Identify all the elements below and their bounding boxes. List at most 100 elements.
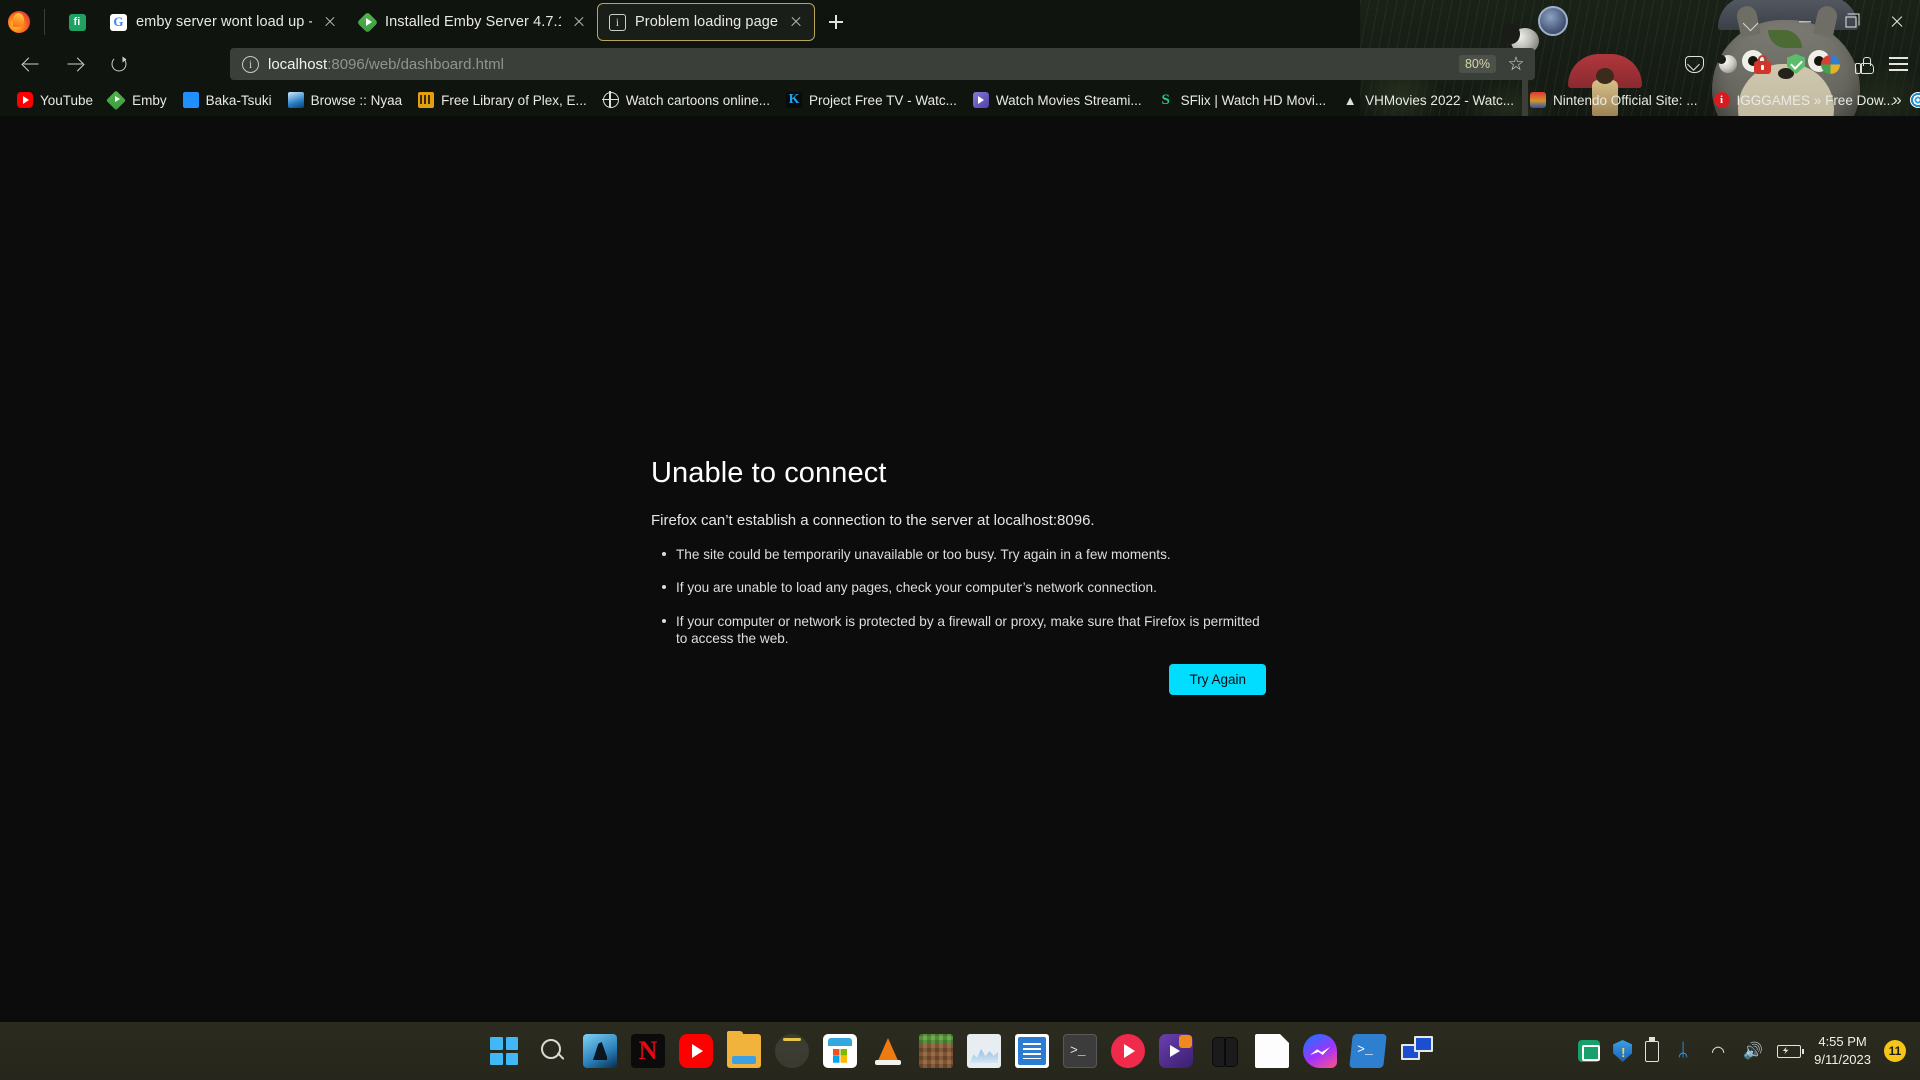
bookmark-nintendo[interactable]: Nintendo Official Site: ... — [1523, 88, 1705, 112]
google-favicon-icon: G — [110, 13, 127, 31]
bookmark-label: Free Library of Plex, E... — [441, 92, 587, 108]
error-suggestions: The site could be temporarily unavailabl… — [659, 546, 1291, 648]
firefox-icon[interactable] — [775, 1034, 809, 1068]
green-shield-check-icon[interactable] — [1780, 48, 1812, 80]
tab-close-button[interactable] — [787, 13, 805, 31]
tab-label: emby server wont load up - Goo — [136, 14, 312, 30]
error-page: Unable to connect Firefox can’t establis… — [651, 457, 1291, 695]
reload-button[interactable] — [100, 48, 138, 80]
forward-button[interactable] — [56, 48, 94, 80]
bookmark-label: Project Free TV - Watc... — [809, 92, 957, 108]
pocket-icon[interactable] — [1678, 48, 1710, 80]
bookmark-plex[interactable]: Free Library of Plex, E... — [411, 88, 594, 112]
idm-globe-icon[interactable] — [1814, 48, 1846, 80]
bookmark-star-icon[interactable]: ☆ — [1505, 53, 1527, 75]
back-button[interactable] — [12, 48, 50, 80]
taskbar-items — [487, 1022, 1433, 1080]
ublock-ball-icon[interactable] — [1712, 48, 1744, 80]
minecraft-icon[interactable] — [919, 1034, 953, 1068]
remote-desktop-icon[interactable] — [1578, 1040, 1601, 1062]
youtube-icon[interactable] — [679, 1034, 713, 1068]
close-button[interactable] — [1874, 0, 1920, 44]
powershell-icon[interactable] — [1349, 1034, 1387, 1068]
vhmovies-icon: ▲ — [1343, 92, 1357, 108]
terminal-icon[interactable] — [1063, 1034, 1097, 1068]
netflix-icon[interactable] — [631, 1034, 665, 1068]
thumbs-up-icon[interactable] — [1848, 48, 1880, 80]
clock[interactable]: 4:55 PM 9/11/2023 — [1814, 1033, 1871, 1068]
wifi-icon[interactable]: ◠ — [1707, 1040, 1729, 1062]
vlc-cone-icon[interactable] — [871, 1034, 905, 1068]
tab-strip: fi G emby server wont load up - Goo Inst… — [0, 0, 1920, 44]
youtube-icon — [17, 92, 33, 108]
new-tab-button[interactable] — [821, 7, 851, 37]
bookmark-label: VHMovies 2022 - Watc... — [1365, 92, 1514, 108]
chart-icon[interactable] — [967, 1034, 1001, 1068]
tab-label: Problem loading page — [635, 14, 779, 30]
search-icon[interactable] — [535, 1034, 569, 1068]
bookmark-label: YouTube — [40, 92, 94, 108]
zoom-level-badge[interactable]: 80% — [1458, 55, 1496, 73]
calibre-icon[interactable] — [583, 1034, 617, 1068]
bookmarks-overflow-icon[interactable]: » — [1882, 84, 1912, 116]
pinned-tab-fi[interactable]: fi — [55, 3, 99, 41]
chevron-down-icon[interactable] — [1736, 7, 1766, 37]
bookmark-emby[interactable]: Emby — [102, 88, 174, 112]
bookmark-baka-tsuki[interactable]: Baka-Tsuki — [176, 88, 279, 112]
bookmark-label: Nintendo Official Site: ... — [1552, 92, 1698, 108]
network-icon[interactable] — [1399, 1034, 1433, 1068]
store-icon[interactable] — [823, 1034, 857, 1068]
volume-icon[interactable]: 🔊 — [1742, 1040, 1764, 1062]
notification-badge[interactable]: 11 — [1884, 1040, 1906, 1062]
folder-icon[interactable] — [727, 1031, 761, 1068]
try-again-button[interactable]: Try Again — [1169, 663, 1266, 695]
bookmark-label: IGGGAMES » Free Dow... — [1736, 92, 1895, 108]
window-controls — [1736, 0, 1920, 44]
url-input[interactable]: localhost:8096/web/dashboard.html — [268, 56, 1450, 73]
baka-tsuki-icon — [182, 92, 199, 108]
list-item: If your computer or network is protected… — [659, 613, 1267, 648]
bookmark-watch-movies[interactable]: Watch Movies Streami... — [966, 88, 1149, 112]
usb-eject-icon[interactable] — [1645, 1036, 1660, 1062]
tabstrip-divider — [44, 9, 45, 35]
address-bar[interactable]: i localhost:8096/web/dashboard.html 80% … — [230, 48, 1535, 80]
info-favicon-icon: i — [609, 13, 626, 31]
bookmark-watch-cartoons[interactable]: Watch cartoons online... — [596, 88, 777, 112]
windows-security-warning-icon[interactable] — [1613, 1040, 1633, 1062]
play-circle-icon[interactable] — [1111, 1034, 1145, 1068]
play-icon — [972, 92, 989, 108]
bookmark-youtube[interactable]: YouTube — [10, 88, 100, 112]
tab-close-button[interactable] — [570, 13, 588, 31]
plex-icon — [418, 92, 435, 108]
potplayer-icon[interactable] — [1159, 1034, 1193, 1068]
maximize-button[interactable] — [1828, 0, 1874, 44]
list-item: If you are unable to load any pages, che… — [659, 579, 1267, 596]
tab-close-button[interactable] — [321, 13, 339, 31]
bluetooth-icon[interactable]: ᛦ — [1672, 1040, 1694, 1062]
clock-time: 4:55 PM — [1818, 1034, 1867, 1050]
bookmark-sflix[interactable]: S SFlix | Watch HD Movi... — [1151, 88, 1334, 112]
red-lock-icon[interactable] — [1746, 48, 1778, 80]
battery-charging-icon[interactable] — [1777, 1044, 1805, 1058]
app-menu-icon[interactable] — [1882, 48, 1914, 80]
error-actions: Try Again — [651, 663, 1266, 695]
bookmark-nyaa[interactable]: Browse :: Nyaa — [281, 88, 410, 112]
bookmark-vhmovies[interactable]: ▲ VHMovies 2022 - Watc... — [1335, 88, 1521, 112]
bookmark-label: Emby — [132, 92, 167, 108]
tab-google-search[interactable]: G emby server wont load up - Goo — [99, 3, 348, 41]
tab-label: Installed Emby Server 4.7.14.0, re — [385, 14, 561, 30]
messenger-icon[interactable] — [1303, 1034, 1337, 1068]
tab-problem-loading-page[interactable]: i Problem loading page — [597, 3, 816, 41]
site-info-icon[interactable]: i — [242, 55, 259, 73]
bookmark-project-free-tv[interactable]: K Project Free TV - Watc... — [779, 88, 964, 112]
tab-emby-server[interactable]: Installed Emby Server 4.7.14.0, re — [348, 3, 597, 41]
minimize-button[interactable] — [1782, 0, 1828, 44]
bookmarks-toolbar: YouTube Emby Baka-Tsuki Browse :: Nyaa F… — [0, 84, 1920, 116]
bookmark-igggames[interactable]: i IGGGAMES » Free Dow... — [1707, 88, 1902, 112]
start-button[interactable] — [487, 1034, 521, 1068]
note-icon[interactable] — [1255, 1034, 1289, 1068]
switch-icon[interactable] — [1207, 1034, 1241, 1068]
document-icon[interactable] — [1015, 1034, 1049, 1068]
bookmark-label: SFlix | Watch HD Movi... — [1180, 92, 1327, 108]
clock-date: 9/11/2023 — [1814, 1052, 1871, 1067]
